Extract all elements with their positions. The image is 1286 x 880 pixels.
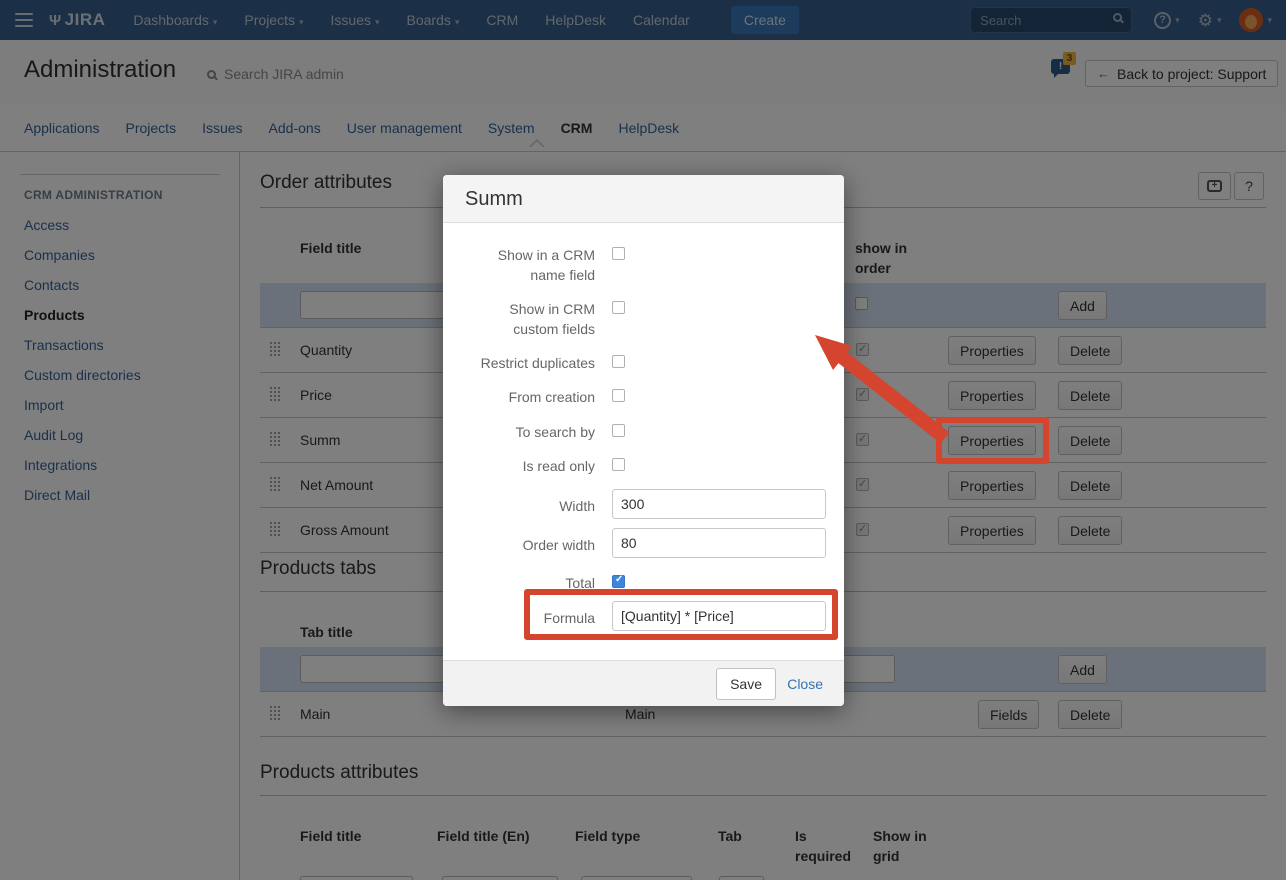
form-row: Width [463, 496, 826, 519]
form-row: Formula [463, 608, 826, 631]
dialog-footer: Save Close [443, 660, 844, 706]
field-label: Width [463, 496, 595, 516]
is-read-only-checkbox[interactable] [612, 458, 625, 471]
form-row: Show in a CRM name field [463, 245, 625, 285]
dialog-header: Summ [443, 175, 844, 223]
field-label: From creation [463, 387, 595, 407]
form-row: To search by [463, 422, 625, 442]
form-row: Total [463, 573, 625, 593]
field-label: Show in a CRM name field [463, 245, 595, 285]
total-checkbox[interactable] [612, 575, 625, 588]
form-row: Restrict duplicates [463, 353, 625, 373]
field-label: Formula [463, 608, 595, 628]
field-label: To search by [463, 422, 595, 442]
order-width-input[interactable] [612, 528, 826, 558]
form-row: Is read only [463, 456, 625, 476]
form-row: Order width [463, 535, 826, 558]
form-row: Show in CRM custom fields [463, 299, 625, 339]
save-button[interactable]: Save [716, 668, 776, 700]
form-row: From creation [463, 387, 625, 407]
field-label: Is read only [463, 456, 595, 476]
field-label: Show in CRM custom fields [463, 299, 595, 339]
width-input[interactable] [612, 489, 826, 519]
field-properties-dialog: Summ Show in a CRM name field Show in CR… [443, 175, 844, 706]
close-link[interactable]: Close [787, 676, 823, 692]
dialog-title: Summ [465, 188, 523, 211]
formula-input[interactable] [612, 601, 826, 631]
to-search-by-checkbox[interactable] [612, 424, 625, 437]
field-label: Total [463, 573, 595, 593]
restrict-duplicates-checkbox[interactable] [612, 355, 625, 368]
field-label: Order width [463, 535, 595, 555]
show-in-crm-custom-fields-checkbox[interactable] [612, 301, 625, 314]
jira-admin-page: ΨJIRA Dashboards▾ Projects▾ Issues▾ Boar… [0, 0, 1286, 880]
show-in-crm-name-checkbox[interactable] [612, 247, 625, 260]
from-creation-checkbox[interactable] [612, 389, 625, 402]
field-label: Restrict duplicates [463, 353, 595, 373]
